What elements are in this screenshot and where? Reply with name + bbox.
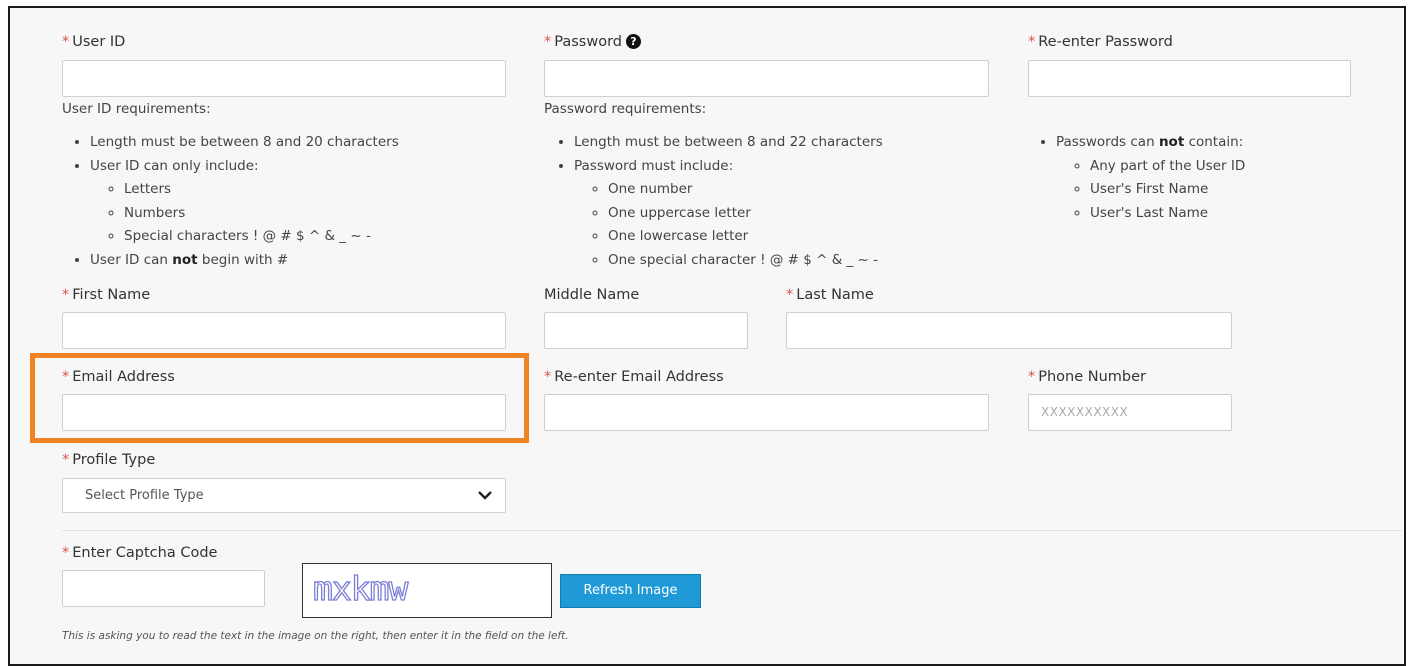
profile-type-selected: Select Profile Type — [85, 488, 204, 503]
reenter-email-label: * Re-enter Email Address — [544, 369, 724, 385]
list-item: One uppercase letter — [608, 202, 883, 226]
list-item: User's Last Name — [1090, 202, 1245, 226]
captcha-image: mxkmw — [302, 563, 552, 618]
list-item: User ID can only include: Letters Number… — [90, 155, 399, 249]
list-item: One number — [608, 178, 883, 202]
captcha-label: * Enter Captcha Code — [62, 545, 218, 561]
reenter-password-input[interactable] — [1028, 60, 1351, 97]
first-name-input[interactable] — [62, 312, 506, 349]
list-item: Letters — [124, 178, 399, 202]
user-id-requirements-list: Length must be between 8 and 20 characte… — [60, 131, 399, 272]
phone-input[interactable] — [1028, 394, 1232, 431]
password-requirements-heading: Password requirements: — [544, 101, 707, 117]
captcha-input[interactable] — [62, 570, 265, 607]
list-item: Password must include: One number One up… — [574, 155, 883, 273]
user-id-label: * User ID — [62, 34, 126, 50]
list-item: Length must be between 8 and 20 characte… — [90, 131, 399, 155]
captcha-hint: This is asking you to read the text in t… — [62, 630, 569, 642]
reenter-email-input[interactable] — [544, 394, 989, 431]
chevron-down-icon — [478, 491, 492, 500]
middle-name-input[interactable] — [544, 312, 748, 349]
list-item: Special characters ! @ # $ ^ & _ ~ - — [124, 225, 399, 249]
email-highlight-box — [30, 353, 529, 443]
password-restrictions-list: Passwords can not contain: Any part of t… — [1026, 131, 1245, 225]
password-requirements-list: Length must be between 8 and 22 characte… — [544, 131, 883, 272]
user-id-input[interactable] — [62, 60, 506, 97]
list-item: One special character ! @ # $ ^ & _ ~ - — [608, 249, 883, 273]
section-divider — [62, 530, 1402, 531]
last-name-input[interactable] — [786, 312, 1232, 349]
list-item: Passwords can not contain: Any part of t… — [1056, 131, 1245, 225]
reenter-password-label: * Re-enter Password — [1028, 34, 1173, 50]
list-item: User ID can not begin with # — [90, 249, 399, 273]
first-name-label: * First Name — [62, 287, 151, 303]
password-input[interactable] — [544, 60, 989, 97]
refresh-image-button[interactable]: Refresh Image — [560, 574, 701, 608]
user-id-requirements-heading: User ID requirements: — [62, 101, 211, 117]
list-item: Numbers — [124, 202, 399, 226]
last-name-label: * Last Name — [786, 287, 874, 303]
list-item: User's First Name — [1090, 178, 1245, 202]
captcha-text: mxkmw — [313, 570, 408, 608]
password-label: * Password? — [544, 34, 641, 50]
list-item: Any part of the User ID — [1090, 155, 1245, 179]
middle-name-label: Middle Name — [544, 287, 640, 303]
list-item: Length must be between 8 and 22 characte… — [574, 131, 883, 155]
list-item: One lowercase letter — [608, 225, 883, 249]
question-circle-icon[interactable]: ? — [625, 34, 641, 49]
profile-type-select[interactable]: Select Profile Type — [62, 478, 506, 513]
profile-type-label: * Profile Type — [62, 452, 156, 468]
phone-label: * Phone Number — [1028, 369, 1147, 385]
